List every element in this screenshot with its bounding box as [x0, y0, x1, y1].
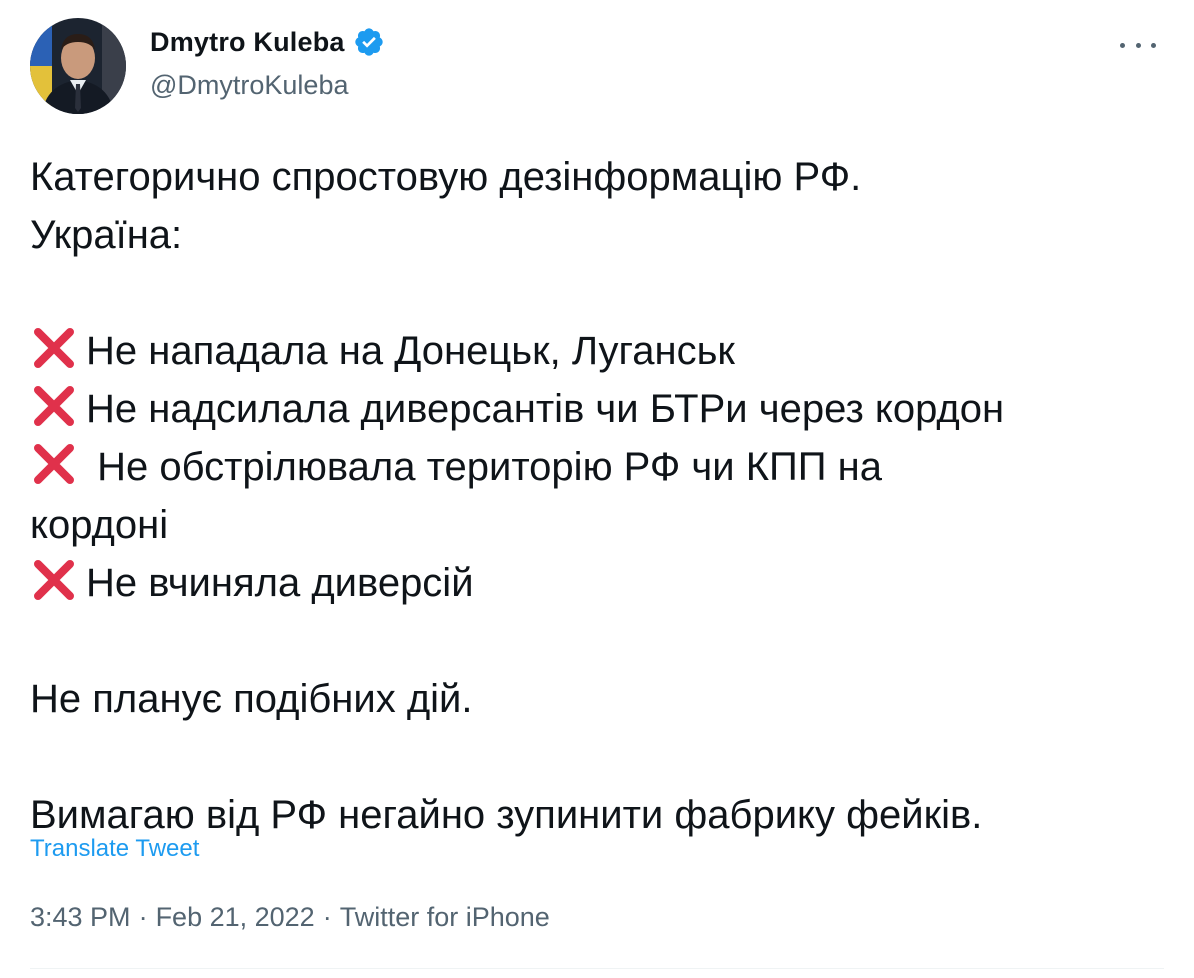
meta-separator: · — [322, 902, 332, 932]
cross-mark-icon — [34, 560, 74, 600]
tweet-source[interactable]: Twitter for iPhone — [340, 902, 550, 932]
avatar[interactable] — [30, 18, 126, 114]
tweet-list-item: Не нападала на Донецьк, Луганськ — [30, 322, 1160, 380]
tweet-list-item-text: Не обстрілювала територію РФ чи КПП на к… — [30, 445, 882, 547]
translate-tweet-link[interactable]: Translate Tweet — [30, 835, 199, 863]
author-name-text: Dmytro Kuleba — [150, 26, 345, 57]
tweet-line: Категорично спростовую дезінформацію РФ. — [30, 155, 862, 199]
tweet-line: Україна: — [30, 213, 183, 257]
tweet-list-item: Не надсилала диверсантів чи БТРи через к… — [30, 380, 1160, 438]
author-handle[interactable]: @DmytroKuleba — [150, 70, 348, 101]
more-dot — [1120, 42, 1125, 48]
tweet-list-item-text: Не вчиняла диверсій — [86, 561, 474, 605]
tweet-date[interactable]: Feb 21, 2022 — [156, 902, 315, 932]
tweet-list-item: Не обстрілювала територію РФ чи КПП на к… — [30, 438, 1010, 554]
meta-separator: · — [138, 902, 148, 932]
tweet-list-item-text: Не нападала на Донецьк, Луганськ — [86, 329, 735, 373]
tweet-line: Не планує подібних дій. — [30, 677, 473, 721]
divider — [30, 968, 1164, 969]
cross-mark-icon — [34, 386, 74, 426]
tweet-card: Dmytro Kuleba @DmytroKuleba Категорично … — [0, 0, 1194, 978]
more-options-icon[interactable] — [1120, 30, 1156, 60]
tweet-time[interactable]: 3:43 PM — [30, 902, 131, 932]
tweet-list-item-text: Не надсилала диверсантів чи БТРи через к… — [86, 387, 1005, 431]
author-display-name[interactable]: Dmytro Kuleba — [150, 26, 385, 58]
tweet-line: Вимагаю від РФ негайно зупинити фабрику … — [30, 793, 983, 837]
tweet-text: Категорично спростовую дезінформацію РФ.… — [30, 148, 1160, 844]
cross-mark-icon — [34, 444, 74, 484]
more-dot — [1151, 42, 1156, 48]
tweet-list-item: Не вчиняла диверсій — [30, 554, 1160, 612]
more-dot — [1135, 42, 1141, 48]
cross-mark-icon — [34, 328, 74, 368]
verified-badge-icon — [353, 26, 385, 58]
tweet-metadata: 3:43 PM · Feb 21, 2022 · Twitter for iPhone — [30, 902, 550, 933]
avatar-image — [30, 18, 126, 114]
